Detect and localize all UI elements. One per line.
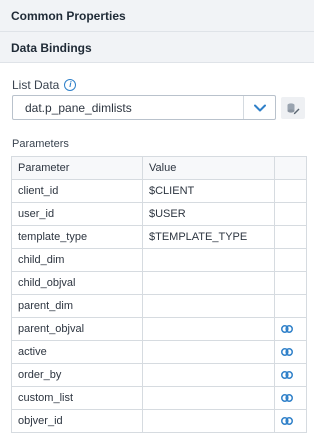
parameters-table: Parameter Value client_id $CLIENT user_id $… (11, 156, 307, 433)
parameter-link-cell (274, 294, 307, 318)
table-row: active (11, 340, 307, 364)
column-header-parameter: Parameter (11, 156, 143, 180)
list-data-selected-value: dat.p_pane_dimlists (25, 100, 132, 115)
table-row: parent_objval (11, 317, 307, 341)
chevron-down-icon (253, 104, 266, 111)
table-row: client_id $CLIENT (11, 179, 307, 203)
table-row: child_objval (11, 271, 307, 295)
parameter-name: order_by (11, 363, 143, 387)
parameter-name: objver_id (11, 409, 143, 433)
data-bindings-title: Data Bindings (11, 41, 92, 55)
database-edit-icon (287, 102, 300, 114)
table-row: user_id $USER (11, 202, 307, 226)
parameter-value-input[interactable]: $TEMPLATE_TYPE (142, 225, 275, 249)
common-properties-title: Common Properties (11, 9, 126, 23)
parameter-value-input[interactable] (142, 363, 275, 387)
edit-datasource-button[interactable] (281, 97, 305, 119)
parameter-link-cell[interactable] (274, 340, 307, 364)
link-icon[interactable] (281, 325, 293, 334)
parameter-value-input[interactable] (142, 317, 275, 341)
table-row: template_type $TEMPLATE_TYPE (11, 225, 307, 249)
parameter-link-cell[interactable] (274, 409, 307, 433)
dropdown-toggle-button[interactable] (243, 96, 275, 119)
link-icon[interactable] (281, 348, 293, 357)
parameter-link-cell (274, 225, 307, 249)
data-bindings-header[interactable]: Data Bindings (0, 32, 314, 63)
table-row: child_dim (11, 248, 307, 272)
parameter-name: parent_objval (11, 317, 143, 341)
parameter-value-input[interactable] (142, 271, 275, 295)
parameter-link-cell[interactable] (274, 317, 307, 341)
column-header-value: Value (142, 156, 275, 180)
parameter-value-input[interactable] (142, 294, 275, 318)
table-row: order_by (11, 363, 307, 387)
parameter-name: parent_dim (11, 294, 143, 318)
parameter-name: user_id (11, 202, 143, 226)
parameter-link-cell[interactable] (274, 363, 307, 387)
parameter-name: client_id (11, 179, 143, 203)
info-icon[interactable]: i (64, 79, 77, 91)
table-row: objver_id (11, 409, 307, 433)
parameter-name: child_dim (11, 248, 143, 272)
parameter-value-input[interactable] (142, 409, 275, 433)
link-icon[interactable] (281, 417, 293, 426)
parameter-name: custom_list (11, 386, 143, 410)
parameters-label: Parameters (12, 138, 69, 150)
parameter-value-input[interactable] (142, 386, 275, 410)
parameter-value-input[interactable] (142, 248, 275, 272)
parameter-name: template_type (11, 225, 143, 249)
parameter-value-input[interactable] (142, 340, 275, 364)
parameter-link-cell[interactable] (274, 386, 307, 410)
link-icon[interactable] (281, 394, 293, 403)
parameter-name: active (11, 340, 143, 364)
parameter-link-cell (274, 179, 307, 203)
parameter-name: child_objval (11, 271, 143, 295)
link-icon[interactable] (281, 371, 293, 380)
parameter-link-cell (274, 248, 307, 272)
common-properties-header[interactable]: Common Properties (0, 0, 314, 32)
column-header-actions (274, 156, 307, 180)
list-data-select[interactable]: dat.p_pane_dimlists (12, 95, 276, 120)
parameter-link-cell (274, 271, 307, 295)
table-row: parent_dim (11, 294, 307, 318)
parameter-value-input[interactable]: $CLIENT (142, 179, 275, 203)
list-data-label: List Data (12, 78, 60, 92)
table-row: custom_list (11, 386, 307, 410)
parameter-value-input[interactable]: $USER (142, 202, 275, 226)
parameter-link-cell (274, 202, 307, 226)
list-data-label-row: List Data i (12, 78, 77, 92)
parameters-header-row: Parameter Value (11, 156, 307, 180)
